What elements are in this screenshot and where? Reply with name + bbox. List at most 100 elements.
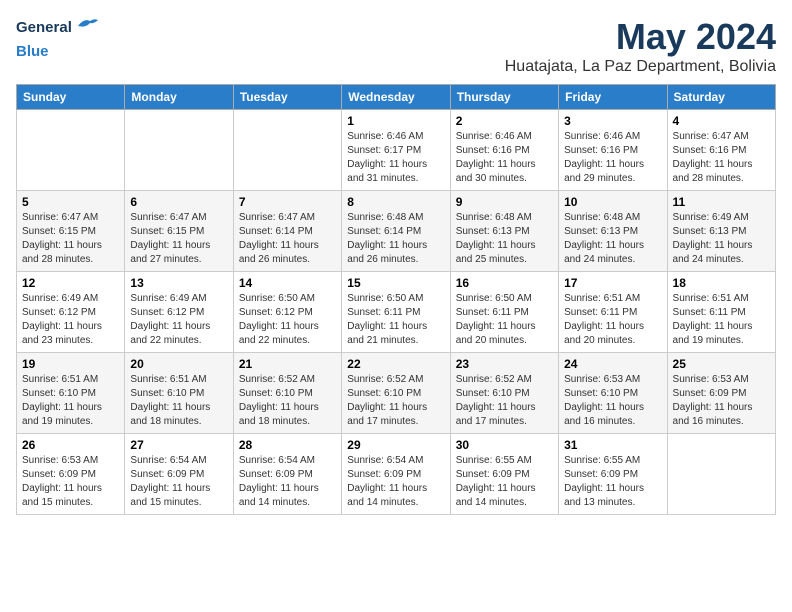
column-header-sunday: Sunday	[17, 85, 125, 110]
calendar-cell: 25 Sunrise: 6:53 AM Sunset: 6:09 PM Dayli…	[667, 353, 775, 434]
day-number: 22	[347, 357, 444, 371]
day-info: Sunrise: 6:48 AM Sunset: 6:14 PM Dayligh…	[347, 211, 444, 267]
day-info: Sunrise: 6:47 AM Sunset: 6:16 PM Dayligh…	[673, 130, 770, 186]
day-number: 29	[347, 438, 444, 452]
day-number: 8	[347, 195, 444, 209]
column-header-wednesday: Wednesday	[342, 85, 450, 110]
column-header-saturday: Saturday	[667, 85, 775, 110]
day-number: 20	[130, 357, 227, 371]
day-info: Sunrise: 6:49 AM Sunset: 6:12 PM Dayligh…	[130, 292, 227, 348]
calendar-cell	[125, 110, 233, 191]
calendar-cell: 13 Sunrise: 6:49 AM Sunset: 6:12 PM Dayli…	[125, 272, 233, 353]
day-number: 5	[22, 195, 119, 209]
calendar-cell	[233, 110, 341, 191]
day-number: 25	[673, 357, 770, 371]
day-info: Sunrise: 6:49 AM Sunset: 6:13 PM Dayligh…	[673, 211, 770, 267]
calendar-week-row: 5 Sunrise: 6:47 AM Sunset: 6:15 PM Daylig…	[17, 191, 776, 272]
day-info: Sunrise: 6:48 AM Sunset: 6:13 PM Dayligh…	[564, 211, 661, 267]
day-number: 12	[22, 276, 119, 290]
calendar-cell: 5 Sunrise: 6:47 AM Sunset: 6:15 PM Daylig…	[17, 191, 125, 272]
logo-text: General	[16, 16, 98, 39]
location-subtitle: Huatajata, La Paz Department, Bolivia	[505, 58, 776, 76]
day-info: Sunrise: 6:52 AM Sunset: 6:10 PM Dayligh…	[347, 373, 444, 429]
day-info: Sunrise: 6:53 AM Sunset: 6:09 PM Dayligh…	[673, 373, 770, 429]
day-number: 9	[456, 195, 553, 209]
month-title: May 2024	[505, 16, 776, 58]
day-info: Sunrise: 6:49 AM Sunset: 6:12 PM Dayligh…	[22, 292, 119, 348]
calendar-table: SundayMondayTuesdayWednesdayThursdayFrid…	[16, 84, 776, 515]
day-number: 19	[22, 357, 119, 371]
day-number: 1	[347, 114, 444, 128]
day-info: Sunrise: 6:48 AM Sunset: 6:13 PM Dayligh…	[456, 211, 553, 267]
calendar-cell: 30Sunrise: 6:55 AM Sunset: 6:09 PM Dayli…	[450, 434, 558, 515]
day-number: 28	[239, 438, 336, 452]
day-info: Sunrise: 6:51 AM Sunset: 6:11 PM Dayligh…	[564, 292, 661, 348]
calendar-cell: 26 Sunrise: 6:53 AM Sunset: 6:09 PM Dayli…	[17, 434, 125, 515]
day-info: Sunrise: 6:47 AM Sunset: 6:15 PM Dayligh…	[22, 211, 119, 267]
day-info: Sunrise: 6:50 AM Sunset: 6:11 PM Dayligh…	[347, 292, 444, 348]
calendar-cell: 31 Sunrise: 6:55 AM Sunset: 6:09 PM Dayli…	[559, 434, 667, 515]
calendar-cell: 14Sunrise: 6:50 AM Sunset: 6:12 PM Dayli…	[233, 272, 341, 353]
day-info: Sunrise: 6:54 AM Sunset: 6:09 PM Dayligh…	[347, 454, 444, 510]
day-info: Sunrise: 6:54 AM Sunset: 6:09 PM Dayligh…	[130, 454, 227, 510]
calendar-cell: 18Sunrise: 6:51 AM Sunset: 6:11 PM Dayli…	[667, 272, 775, 353]
calendar-cell: 9 Sunrise: 6:48 AM Sunset: 6:13 PM Daylig…	[450, 191, 558, 272]
day-info: Sunrise: 6:47 AM Sunset: 6:15 PM Dayligh…	[130, 211, 227, 267]
day-info: Sunrise: 6:46 AM Sunset: 6:16 PM Dayligh…	[456, 130, 553, 186]
calendar-cell: 15 Sunrise: 6:50 AM Sunset: 6:11 PM Dayli…	[342, 272, 450, 353]
day-number: 27	[130, 438, 227, 452]
day-number: 14	[239, 276, 336, 290]
day-number: 16	[456, 276, 553, 290]
calendar-cell: 10 Sunrise: 6:48 AM Sunset: 6:13 PM Dayli…	[559, 191, 667, 272]
title-block: May 2024 Huatajata, La Paz Department, B…	[505, 16, 776, 76]
day-number: 24	[564, 357, 661, 371]
logo-blue-line: Blue	[16, 43, 49, 61]
day-number: 31	[564, 438, 661, 452]
calendar-cell: 1Sunrise: 6:46 AM Sunset: 6:17 PM Daylig…	[342, 110, 450, 191]
calendar-cell: 2Sunrise: 6:46 AM Sunset: 6:16 PM Daylig…	[450, 110, 558, 191]
calendar-cell: 27 Sunrise: 6:54 AM Sunset: 6:09 PM Dayli…	[125, 434, 233, 515]
day-info: Sunrise: 6:51 AM Sunset: 6:10 PM Dayligh…	[22, 373, 119, 429]
page-header: General Blue May 2024 Huatajata, La Paz …	[16, 16, 776, 76]
calendar-cell	[667, 434, 775, 515]
day-number: 7	[239, 195, 336, 209]
logo-blue-text: Blue	[16, 43, 49, 60]
calendar-cell: 7 Sunrise: 6:47 AM Sunset: 6:14 PM Daylig…	[233, 191, 341, 272]
day-info: Sunrise: 6:52 AM Sunset: 6:10 PM Dayligh…	[239, 373, 336, 429]
column-header-monday: Monday	[125, 85, 233, 110]
day-number: 4	[673, 114, 770, 128]
day-number: 3	[564, 114, 661, 128]
calendar-week-row: 12 Sunrise: 6:49 AM Sunset: 6:12 PM Dayli…	[17, 272, 776, 353]
calendar-cell: 23 Sunrise: 6:52 AM Sunset: 6:10 PM Dayli…	[450, 353, 558, 434]
calendar-cell: 12 Sunrise: 6:49 AM Sunset: 6:12 PM Dayli…	[17, 272, 125, 353]
day-info: Sunrise: 6:54 AM Sunset: 6:09 PM Dayligh…	[239, 454, 336, 510]
calendar-week-row: 26 Sunrise: 6:53 AM Sunset: 6:09 PM Dayli…	[17, 434, 776, 515]
day-info: Sunrise: 6:55 AM Sunset: 6:09 PM Dayligh…	[564, 454, 661, 510]
day-number: 26	[22, 438, 119, 452]
calendar-cell: 16 Sunrise: 6:50 AM Sunset: 6:11 PM Dayli…	[450, 272, 558, 353]
day-info: Sunrise: 6:47 AM Sunset: 6:14 PM Dayligh…	[239, 211, 336, 267]
day-info: Sunrise: 6:50 AM Sunset: 6:11 PM Dayligh…	[456, 292, 553, 348]
day-number: 30	[456, 438, 553, 452]
column-header-tuesday: Tuesday	[233, 85, 341, 110]
day-number: 10	[564, 195, 661, 209]
column-header-friday: Friday	[559, 85, 667, 110]
day-info: Sunrise: 6:53 AM Sunset: 6:09 PM Dayligh…	[22, 454, 119, 510]
day-number: 15	[347, 276, 444, 290]
calendar-cell	[17, 110, 125, 191]
day-number: 6	[130, 195, 227, 209]
logo-general: General	[16, 19, 72, 36]
column-header-thursday: Thursday	[450, 85, 558, 110]
day-number: 21	[239, 357, 336, 371]
calendar-cell: 20 Sunrise: 6:51 AM Sunset: 6:10 PM Dayli…	[125, 353, 233, 434]
calendar-cell: 8 Sunrise: 6:48 AM Sunset: 6:14 PM Daylig…	[342, 191, 450, 272]
day-number: 11	[673, 195, 770, 209]
day-number: 13	[130, 276, 227, 290]
calendar-cell: 11 Sunrise: 6:49 AM Sunset: 6:13 PM Dayli…	[667, 191, 775, 272]
calendar-cell: 21 Sunrise: 6:52 AM Sunset: 6:10 PM Dayli…	[233, 353, 341, 434]
calendar-cell: 17Sunrise: 6:51 AM Sunset: 6:11 PM Dayli…	[559, 272, 667, 353]
day-info: Sunrise: 6:52 AM Sunset: 6:10 PM Dayligh…	[456, 373, 553, 429]
day-number: 23	[456, 357, 553, 371]
calendar-cell: 3Sunrise: 6:46 AM Sunset: 6:16 PM Daylig…	[559, 110, 667, 191]
day-info: Sunrise: 6:51 AM Sunset: 6:10 PM Dayligh…	[130, 373, 227, 429]
